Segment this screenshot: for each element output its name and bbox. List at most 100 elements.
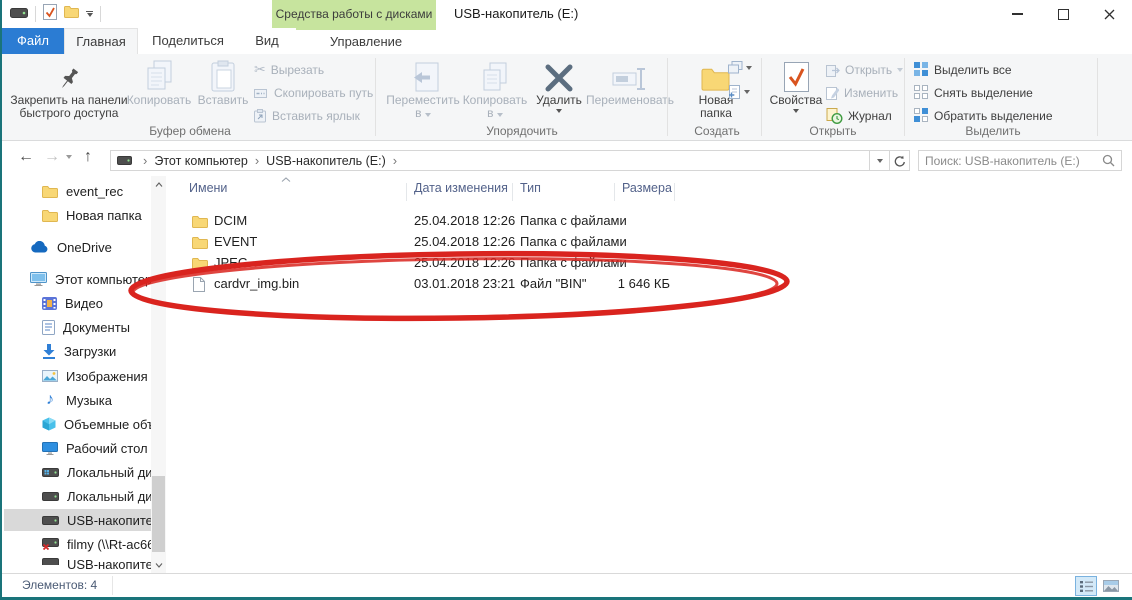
easy-access-button[interactable] [728,58,752,77]
sidebar-item-this-pc[interactable]: Этот компьютер [4,268,166,290]
search-input[interactable]: Поиск: USB-накопитель (E:) [918,150,1122,171]
delete-button[interactable]: Удалить [529,56,589,113]
disk-icon [42,491,59,502]
maximize-button[interactable] [1040,0,1086,28]
tab-home[interactable]: Главная [64,28,138,54]
sidebar-item-pictures[interactable]: Изображения [4,365,166,387]
back-button[interactable]: ← [18,147,34,167]
sidebar-item-documents[interactable]: Документы [4,316,166,338]
copy-path-button[interactable]: Скопировать путь [254,83,373,102]
downloads-icon [42,344,56,359]
group-separator [761,58,762,136]
organize-group-label: Упорядочить [382,124,662,138]
refresh-icon [894,155,906,167]
close-button[interactable] [1086,0,1132,28]
paste-shortcut-button[interactable]: Вставить ярлык [254,106,360,125]
column-header-size[interactable]: Размера [622,181,672,195]
tab-share[interactable]: Поделиться [138,28,238,54]
column-divider[interactable] [614,183,615,201]
sidebar-item-local-disk-c[interactable]: Локальный диск [4,461,166,483]
minimize-icon [1012,13,1023,15]
pin-to-quick-access-button[interactable]: Закрепить на панели быстрого доступа [10,56,128,120]
refresh-button[interactable] [890,150,910,171]
customize-toolbar-dropdown-icon[interactable] [86,11,93,17]
rename-button[interactable]: Переименовать [584,56,676,107]
breadcrumb[interactable]: › Этот компьютер › USB-накопитель (E:) › [110,150,870,171]
sidebar-item-music[interactable]: ♪ Музыка [4,389,166,411]
thumbnails-view-button[interactable] [1100,576,1122,596]
move-to-button[interactable]: Переместить в [382,56,464,120]
forward-button[interactable]: → [44,147,60,167]
column-divider[interactable] [674,183,675,201]
edit-button[interactable]: Изменить [826,83,898,102]
status-divider [112,576,113,595]
column-header-type[interactable]: Тип [520,181,541,195]
select-none-button[interactable]: Снять выделение [914,83,1033,102]
properties-button[interactable]: Свойства [768,56,824,113]
scrollbar-thumb[interactable] [152,476,165,552]
paste-shortcut-icon [254,109,267,123]
sidebar-item-usb-drive-partial[interactable]: USB-накопитель ( [4,557,166,569]
scroll-down-icon[interactable] [151,557,166,573]
sidebar-item-event-rec[interactable]: event_rec [4,180,166,202]
breadcrumb-this-pc[interactable]: Этот компьютер [154,154,247,168]
sidebar-scrollbar[interactable] [151,176,166,573]
tab-view[interactable]: Вид [238,28,296,54]
sidebar-item-videos[interactable]: Видео [4,292,166,314]
cut-icon: ✂ [254,61,266,78]
column-header-date[interactable]: Дата изменения [414,181,508,195]
scroll-up-icon[interactable] [151,176,166,192]
move-to-icon [407,56,439,92]
sidebar-item-usb-drive[interactable]: USB-накопитель [4,509,166,531]
close-icon [1104,9,1115,20]
breadcrumb-chevron-icon[interactable]: › [255,153,259,168]
sidebar-item-local-disk-d[interactable]: Локальный диск [4,485,166,507]
delete-dropdown-icon[interactable] [556,109,562,113]
up-button[interactable]: ↑ [84,147,92,167]
breadcrumb-chevron-icon[interactable]: › [393,153,397,168]
dropdown-icon [746,66,752,70]
drive-icon [117,154,132,168]
sidebar-item-downloads[interactable]: Загрузки [4,340,166,362]
file-row-cardvr-img-bin[interactable]: cardvr_img.bin 03.01.2018 23:21 Файл "BI… [166,274,1132,295]
column-divider[interactable] [512,183,513,201]
quick-access-toolbar [10,4,101,24]
items-count: Элементов: 4 [22,578,97,592]
breadcrumb-current-drive[interactable]: USB-накопитель (E:) [266,154,386,168]
drive-tools-contextual-tab[interactable]: Средства работы с дисками [272,0,436,28]
open-button[interactable]: Открыть [826,60,903,79]
sidebar-item-new-folder[interactable]: Новая папка [4,204,166,226]
sidebar-item-3d-objects[interactable]: Объемные объе [4,413,166,435]
sidebar-item-desktop[interactable]: Рабочий стол [4,437,166,459]
address-dropdown-button[interactable] [870,150,890,171]
details-view-button[interactable] [1075,576,1097,596]
history-icon [826,108,843,124]
copy-button[interactable]: Копировать [128,56,190,107]
tab-file[interactable]: Файл [2,28,64,54]
group-separator [375,58,376,136]
properties-icon[interactable] [43,4,57,25]
open-icon [826,63,840,77]
sidebar-item-network-drive-filmy[interactable]: filmy (\\Rt-ac66u [4,533,166,555]
file-row-dcim[interactable]: DCIM 25.04.2018 12:26 Папка с файлами [166,211,1132,232]
invert-selection-button[interactable]: Обратить выделение [914,106,1053,125]
file-row-jpeg[interactable]: JPEG 25.04.2018 12:26 Папка с файлами [166,253,1132,274]
paste-button[interactable]: Вставить [194,56,252,107]
copy-to-button[interactable]: Копировать в [457,56,533,120]
address-bar-row: ← → ↑ › Этот компьютер › USB-накопитель … [2,141,1132,176]
recent-locations-dropdown-icon[interactable] [66,155,72,159]
search-icon[interactable] [1102,154,1115,167]
new-item-button[interactable] [728,82,750,101]
properties-dropdown-icon[interactable] [793,109,799,113]
column-header-name[interactable]: Имени [189,181,227,195]
minimize-button[interactable] [994,0,1040,28]
cut-button[interactable]: ✂ Вырезать [254,60,324,79]
file-row-event[interactable]: EVENT 25.04.2018 12:26 Папка с файлами [166,232,1132,253]
history-button[interactable]: Журнал [826,106,892,125]
network-drive-error-icon [42,538,59,550]
sidebar-item-onedrive[interactable]: OneDrive [4,236,166,258]
select-all-button[interactable]: Выделить все [914,60,1012,79]
column-divider[interactable] [406,183,407,201]
tab-manage[interactable]: Управление [296,28,436,54]
new-folder-icon[interactable] [64,5,79,23]
